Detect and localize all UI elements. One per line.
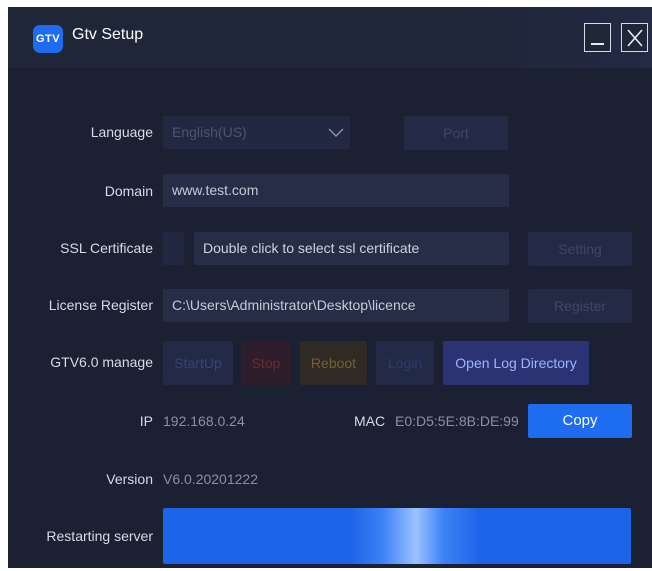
copy-button[interactable]: Copy: [528, 404, 632, 438]
status-label: Restarting server: [46, 528, 153, 544]
setup-window: GTV Gtv Setup Language English(US) Port …: [8, 7, 652, 568]
reboot-button[interactable]: Reboot: [300, 341, 367, 385]
stop-button[interactable]: Stop: [241, 341, 291, 385]
domain-label: Domain: [104, 183, 153, 199]
window-title: Gtv Setup: [72, 26, 144, 43]
version-value: V6.0.20201222: [163, 471, 258, 487]
minimize-icon: [591, 43, 604, 45]
language-label: Language: [90, 124, 153, 140]
chevron-down-icon: [328, 128, 344, 138]
ssl-certificate-input[interactable]: Double click to select ssl certificate: [194, 232, 509, 265]
register-button[interactable]: Register: [528, 289, 632, 323]
close-button[interactable]: [621, 23, 648, 52]
app-logo: GTV: [33, 25, 63, 53]
startup-button[interactable]: StartUp: [163, 341, 233, 385]
ssl-checkbox[interactable]: [163, 232, 184, 265]
manage-label: GTV6.0 manage: [50, 354, 153, 370]
login-button[interactable]: Login: [376, 341, 434, 385]
license-label: License Register: [48, 297, 153, 313]
ssl-setting-button[interactable]: Setting: [528, 232, 632, 266]
language-value: English(US): [172, 124, 247, 140]
ip-label: IP: [139, 413, 153, 429]
ssl-label: SSL Certificate: [60, 240, 153, 256]
domain-input[interactable]: www.test.com: [163, 174, 509, 207]
open-log-directory-button[interactable]: Open Log Directory: [443, 341, 589, 385]
license-path-input[interactable]: C:\Users\Administrator\Desktop\licence: [163, 289, 509, 322]
close-icon: [627, 29, 643, 47]
language-select[interactable]: English(US): [163, 116, 350, 149]
port-button[interactable]: Port: [404, 116, 508, 150]
mac-value: E0:D5:5E:8B:DE:99: [395, 413, 519, 429]
title-bar: GTV Gtv Setup: [8, 7, 652, 68]
version-label: Version: [106, 471, 153, 487]
mac-label: MAC: [354, 413, 386, 429]
restart-progress-bar: [163, 508, 631, 564]
minimize-button[interactable]: [584, 23, 611, 52]
ip-value: 192.168.0.24: [163, 413, 245, 429]
